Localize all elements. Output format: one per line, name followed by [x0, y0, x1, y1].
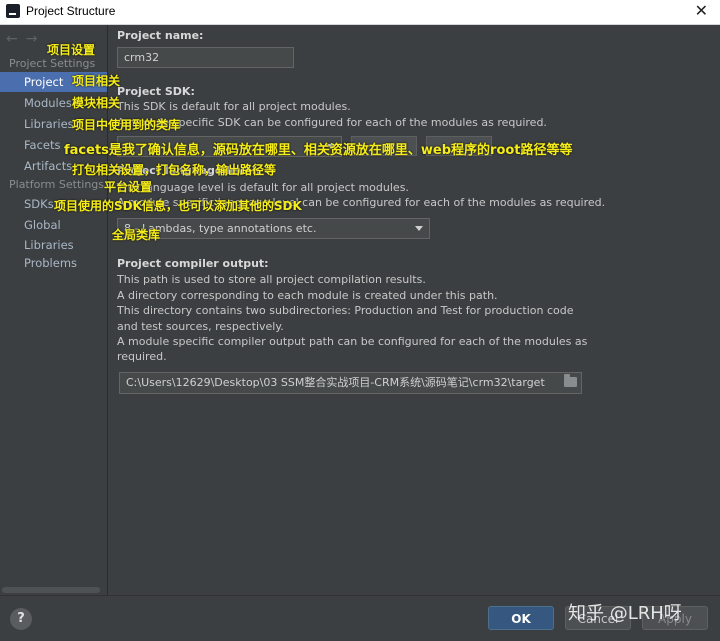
- forward-arrow-icon[interactable]: →: [26, 31, 38, 47]
- annotation-project: 项目相关: [72, 74, 121, 88]
- compiler-description-2: A directory corresponding to each module…: [117, 289, 498, 302]
- sidebar-item-global-libraries[interactable]: Global Libraries: [0, 215, 107, 252]
- project-name-input[interactable]: crm32: [117, 47, 294, 68]
- intellij-app-icon: [6, 4, 20, 18]
- title-bar: Project Structure ✕: [0, 0, 720, 25]
- nav-arrows: ← →: [6, 31, 45, 47]
- help-button[interactable]: ?: [10, 608, 32, 630]
- project-settings-panel: Project name: crm32 Project SDK: This SD…: [108, 25, 720, 595]
- back-arrow-icon[interactable]: ←: [6, 31, 18, 47]
- annotation-facets: facets是我了确认信息，源码放在哪里、相关资源放在哪里、web程序的root…: [64, 143, 573, 158]
- window-title: Project Structure: [26, 4, 116, 18]
- sdk-description-1: This SDK is default for all project modu…: [117, 100, 351, 113]
- chevron-down-icon: [415, 226, 423, 231]
- platform-settings-header: Platform Settings: [9, 178, 105, 191]
- annotation-sdks: 项目使用的SDK信息，也可以添加其他的SDK: [54, 199, 302, 213]
- compiler-description-6: required.: [117, 350, 167, 363]
- compiler-description-4: and test sources, respectively.: [117, 320, 284, 333]
- project-settings-header: Project Settings: [9, 57, 96, 70]
- project-name-label: Project name:: [117, 29, 204, 42]
- sidebar-scrollbar[interactable]: [2, 587, 100, 593]
- compiler-output-label: Project compiler output:: [117, 257, 269, 270]
- compiler-output-path-value: C:\Users\12629\Desktop\03 SSM整合实战项目-CRM系…: [126, 376, 545, 389]
- compiler-description-1: This path is used to store all project c…: [117, 273, 426, 286]
- sdk-description-2: A module specific SDK can be configured …: [117, 116, 547, 129]
- annotation-modules: 模块相关: [72, 96, 121, 110]
- compiler-description-5: A module specific compiler output path c…: [117, 335, 588, 348]
- language-level-description-1: This language level is default for all p…: [117, 181, 409, 194]
- sidebar-item-problems[interactable]: Problems: [0, 253, 107, 273]
- annotation-project-settings: 项目设置: [47, 43, 96, 57]
- close-icon[interactable]: ✕: [695, 1, 708, 20]
- annotation-libraries: 项目中使用到的类库: [72, 118, 181, 132]
- ok-button[interactable]: OK: [488, 606, 554, 630]
- folder-browse-icon[interactable]: [564, 374, 577, 387]
- compiler-output-path-input[interactable]: C:\Users\12629\Desktop\03 SSM整合实战项目-CRM系…: [119, 372, 582, 394]
- annotation-platform: 平台设置: [104, 180, 153, 194]
- compiler-description-3: This directory contains two subdirectori…: [117, 304, 574, 317]
- annotation-global-libraries: 全局类库: [112, 228, 161, 242]
- watermark: 知乎 @LRH呀: [568, 603, 682, 624]
- project-sdk-label: Project SDK:: [117, 85, 195, 98]
- annotation-artifacts: 打包相关设置，打包名称，输出路径等: [72, 163, 277, 177]
- language-level-select[interactable]: 8 - Lambdas, type annotations etc.: [117, 218, 430, 239]
